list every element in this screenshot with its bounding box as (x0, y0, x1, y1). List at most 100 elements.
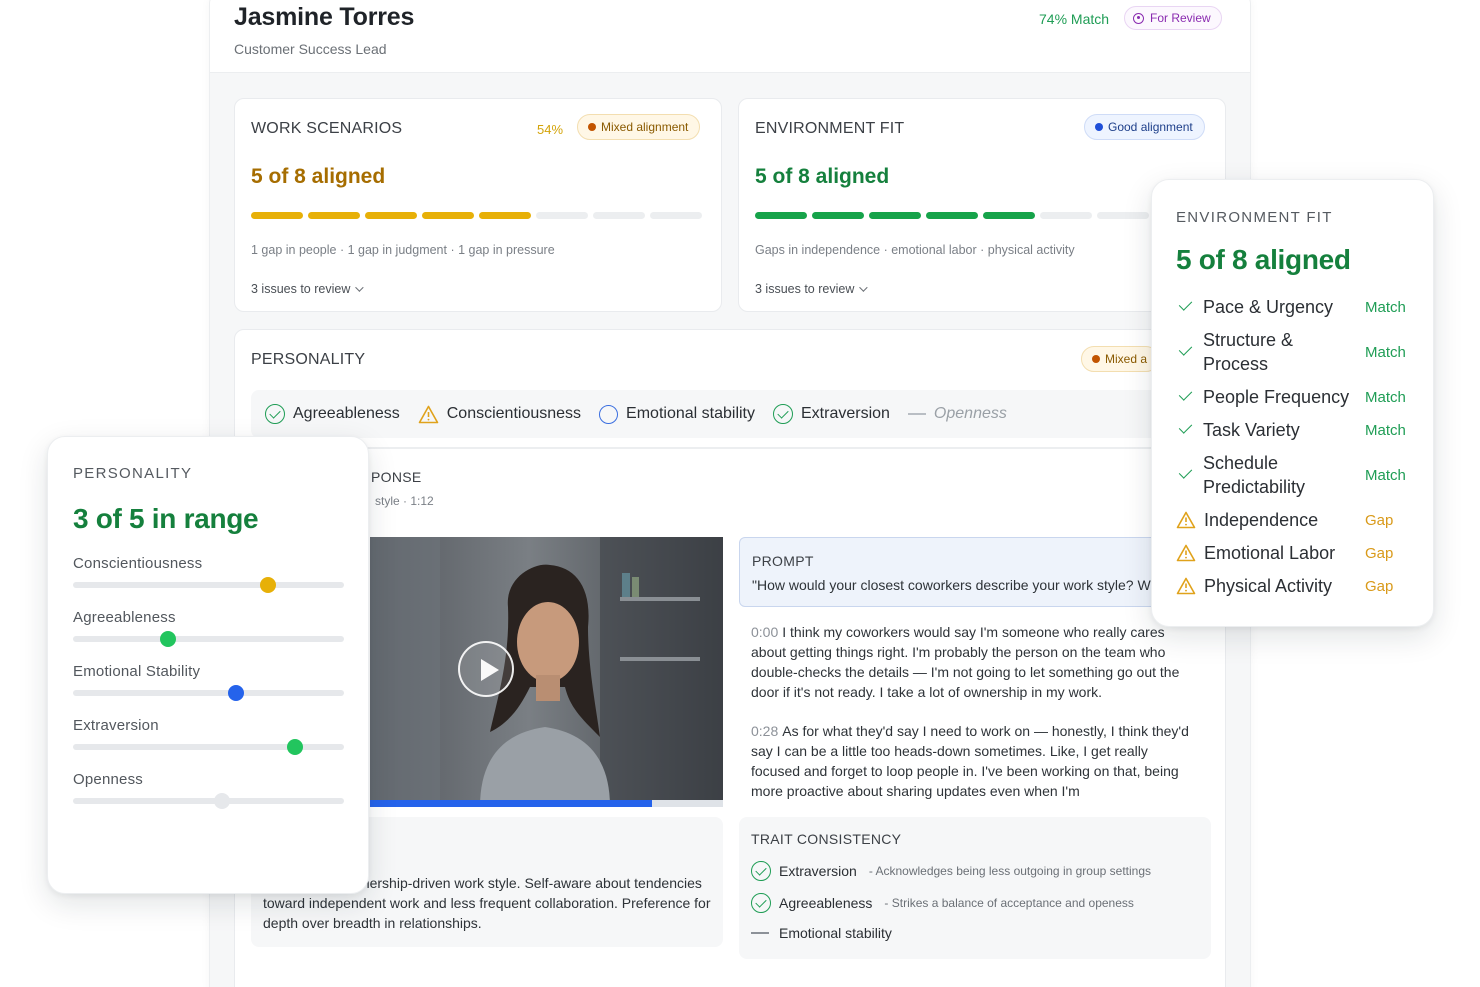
progress-segment (650, 212, 702, 219)
env-dimension-label: People Frequency (1203, 387, 1350, 407)
trait-label: Extraversion (801, 405, 890, 422)
consistency-item-extraversion: Extraversion - Acknowledges being less o… (751, 861, 1151, 881)
section-divider (251, 447, 1191, 449)
check-icon (1178, 342, 1193, 356)
consistency-note: - Strikes a balance of acceptance and op… (884, 896, 1134, 910)
video-frame (370, 537, 723, 807)
circle-icon (599, 404, 619, 424)
gap-summary: 1 gap in people · 1 gap in judgment · 1 … (251, 243, 555, 257)
trait-summary-row: Agreeableness Conscientiousness Emotiona… (251, 390, 1191, 438)
check-circle-icon (773, 404, 793, 424)
prompt-box: PROMPT "How would your closest coworkers… (739, 537, 1169, 607)
chevron-down-icon (355, 283, 365, 292)
warning-icon (1176, 544, 1196, 562)
env-dimension-label: Emotional Labor (1204, 543, 1336, 563)
trait-slider-track (73, 793, 344, 809)
alignment-progress-bar (755, 212, 1206, 219)
trait-slider-track (73, 739, 344, 755)
env-row: Physical Activity Gap (1176, 574, 1416, 598)
video-player[interactable] (370, 537, 723, 807)
prompt-label: PROMPT (752, 553, 814, 569)
progress-segment (479, 212, 531, 219)
env-row: People Frequency Match (1176, 385, 1416, 409)
consistency-trait: Extraversion (779, 863, 857, 879)
card-title: PERSONALITY (73, 465, 193, 482)
status-label: For Review (1150, 11, 1211, 25)
slider-knob[interactable] (260, 577, 277, 593)
env-dimension-label: Schedule Predictability (1203, 453, 1306, 497)
gap-summary: Gaps in independence · emotional labor ·… (755, 243, 1075, 257)
transcript-segment: 0:00 I think my coworkers would say I'm s… (751, 622, 1197, 702)
badge-label: Mixed alignment (601, 120, 689, 134)
trait-slider-track (73, 685, 344, 701)
env-status: Gap (1365, 544, 1394, 562)
progress-segment (1097, 212, 1149, 219)
slider-label: Agreeableness (73, 609, 176, 626)
card-title: PERSONALITY (251, 351, 366, 368)
candidate-header: Jasmine Torres Customer Success Lead 74%… (210, 0, 1250, 73)
card-title: ENVIRONMENT FIT (755, 120, 905, 137)
check-icon (1178, 297, 1193, 311)
progress-segment (308, 212, 360, 219)
aligned-count: 5 of 8 aligned (1176, 244, 1351, 275)
issues-toggle[interactable]: 3 issues to review (251, 282, 365, 296)
alignment-badge: Mixed alignment (577, 114, 701, 140)
status-badge[interactable]: For Review (1124, 6, 1222, 30)
badge-label: Good alignment (1108, 120, 1193, 134)
trait-label: Openness (933, 405, 1007, 422)
alignment-badge: Good alignment (1084, 114, 1205, 140)
slider-label: Conscientiousness (73, 555, 203, 572)
consistency-item-emotional-stability: Emotional stability (751, 925, 892, 941)
env-status: Match (1365, 388, 1406, 406)
env-row: Structure & Process Match (1176, 328, 1416, 376)
issues-label: 3 issues to review (755, 282, 855, 296)
env-row: Pace & Urgency Match (1176, 295, 1416, 319)
issues-toggle[interactable]: 3 issues to review (755, 282, 869, 296)
trait-conscientiousness[interactable]: Conscientiousness (418, 405, 581, 424)
env-status: Match (1365, 466, 1406, 484)
env-dimension-label: Task Variety (1203, 420, 1300, 440)
env-row: Emotional Labor Gap (1176, 541, 1416, 565)
slider-knob[interactable] (287, 739, 304, 755)
timestamp[interactable]: 0:00 (751, 624, 778, 640)
env-dimension-label: Physical Activity (1204, 576, 1333, 596)
slider-knob[interactable] (227, 685, 244, 701)
progress-segment (869, 212, 921, 219)
video-progress-track[interactable] (370, 800, 723, 807)
env-status: Gap (1365, 577, 1394, 595)
check-icon (1178, 420, 1193, 434)
transcript-text: As for what they'd say I need to work on… (751, 723, 1189, 799)
play-icon (481, 659, 499, 681)
trait-label: Conscientiousness (446, 405, 582, 422)
badge-label: Mixed a (1105, 352, 1148, 366)
slider-label: Extraversion (73, 717, 159, 734)
trait-consistency-panel: TRAIT CONSISTENCY Extraversion - Acknowl… (739, 817, 1211, 959)
transcript: 0:00 I think my coworkers would say I'm s… (739, 622, 1209, 808)
env-status: Match (1365, 343, 1406, 361)
card-title: ENVIRONMENT FIT (1176, 209, 1333, 226)
trait-agreeableness[interactable]: Agreeableness (265, 404, 400, 424)
progress-segment (1040, 212, 1092, 219)
trait-extraversion[interactable]: Extraversion (773, 404, 890, 424)
progress-segment (983, 212, 1035, 219)
progress-segment (593, 212, 645, 219)
play-button[interactable] (458, 641, 514, 697)
check-icon (1178, 387, 1193, 401)
dash-icon (907, 413, 926, 415)
alignment-badge: Mixed a (1081, 346, 1160, 372)
env-row: Independence Gap (1176, 508, 1416, 532)
trait-openness[interactable]: Openness (907, 405, 1007, 423)
chevron-down-icon (859, 283, 869, 292)
env-row: Task Variety Match (1176, 418, 1416, 442)
trait-emotional-stability[interactable]: Emotional stability (599, 404, 755, 424)
slider-knob[interactable] (159, 631, 176, 647)
consistency-item-agreeableness: Agreeableness - Strikes a balance of acc… (751, 893, 1134, 913)
env-dimension-label: Independence (1204, 510, 1319, 530)
status-dot-icon (1092, 355, 1100, 363)
consistency-trait: Agreeableness (779, 895, 873, 911)
timestamp[interactable]: 0:28 (751, 723, 778, 739)
aligned-count: 5 of 8 aligned (755, 165, 890, 188)
slider-knob[interactable] (214, 793, 231, 809)
progress-segment (755, 212, 807, 219)
in-range-count: 3 of 5 in range (73, 503, 259, 534)
